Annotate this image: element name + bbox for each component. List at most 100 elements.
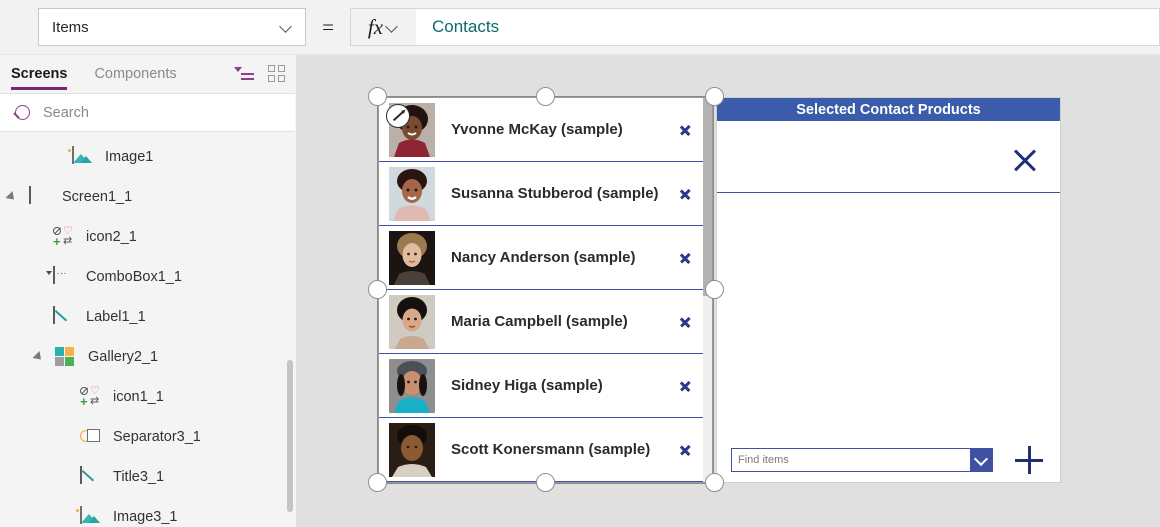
- sidebar-item-separator3-1[interactable]: Separator3_1: [0, 417, 296, 457]
- gallery-scrollbar-thumb[interactable]: [703, 98, 712, 296]
- gallery-control[interactable]: Yvonne McKay (sample) Susanna Stubberod …: [378, 97, 713, 483]
- sidebar-item-icon2-1[interactable]: ♡ + ⇄ icon2_1: [0, 217, 296, 257]
- sidebar-item-label: Separator3_1: [113, 429, 201, 445]
- thumbnail-view-icon[interactable]: [268, 65, 286, 83]
- resize-handle-bottom-left[interactable]: [368, 473, 387, 492]
- add-remove-icon: ♡ + ⇄: [80, 385, 100, 409]
- tab-screens-label: Screens: [11, 66, 68, 82]
- contact-name: Sidney Higa (sample): [451, 377, 603, 394]
- resize-handle-middle-right[interactable]: [705, 280, 724, 299]
- sidebar-item-title3-1[interactable]: Title3_1: [0, 457, 296, 497]
- image-icon: [76, 506, 102, 527]
- chevron-right-icon[interactable]: [680, 441, 693, 459]
- resize-handle-top-right[interactable]: [705, 87, 724, 106]
- chevron-right-icon[interactable]: [680, 313, 693, 331]
- contact-name: Scott Konersmann (sample): [451, 441, 651, 458]
- expand-caret-icon[interactable]: [5, 190, 18, 204]
- gallery-row[interactable]: Maria Campbell (sample): [379, 290, 712, 354]
- tab-screens[interactable]: Screens: [11, 55, 68, 93]
- sidebar-item-label: Image1: [105, 149, 154, 165]
- contact-avatar: [389, 166, 435, 221]
- panel-title-bar: Selected Contact Products: [717, 98, 1060, 121]
- expand-caret-icon[interactable]: [32, 350, 45, 364]
- sidebar-view-toggles: [234, 55, 286, 93]
- equals-sign: =: [322, 14, 334, 39]
- formula-input[interactable]: Contacts: [416, 8, 1160, 46]
- contact-avatar: [389, 358, 435, 413]
- sidebar-tabs: Screens Components: [0, 55, 296, 93]
- label-icon: [53, 306, 75, 327]
- gallery-row[interactable]: Nancy Anderson (sample): [379, 226, 712, 290]
- close-icon[interactable]: [1011, 146, 1039, 174]
- plus-icon[interactable]: [1015, 446, 1043, 474]
- sidebar-item-label: Label1_1: [86, 309, 146, 325]
- label-icon: [80, 466, 102, 487]
- sidebar-scrollbar[interactable]: [287, 360, 293, 512]
- contact-name: Maria Campbell (sample): [451, 313, 628, 330]
- resize-handle-top-center[interactable]: [536, 87, 555, 106]
- separator-icon: [80, 427, 102, 447]
- resize-handle-top-left[interactable]: [368, 87, 387, 106]
- app-canvas: Yvonne McKay (sample) Susanna Stubberod …: [297, 55, 1160, 527]
- sidebar-item-screen1-1[interactable]: Screen1_1: [0, 177, 296, 217]
- screens-tree: Image1 Screen1_1 ♡ + ⇄ icon2_1 ··· Combo…: [0, 132, 296, 527]
- resize-handle-bottom-center[interactable]: [536, 473, 555, 492]
- property-dropdown[interactable]: Items: [38, 8, 306, 46]
- resize-handle-bottom-right[interactable]: [705, 473, 724, 492]
- chevron-down-icon[interactable]: [970, 449, 992, 471]
- formula-bar: Items = fx Contacts: [0, 0, 1160, 55]
- search-input[interactable]: Search: [0, 93, 295, 132]
- find-items-combobox[interactable]: Find items: [731, 448, 993, 472]
- chevron-down-icon: [387, 21, 399, 33]
- search-placeholder: Search: [43, 104, 89, 121]
- gallery-row[interactable]: Yvonne McKay (sample): [379, 98, 712, 162]
- gallery-row[interactable]: Susanna Stubberod (sample): [379, 162, 712, 226]
- formula-text: Contacts: [432, 17, 500, 36]
- contact-avatar: [389, 230, 435, 285]
- find-items-placeholder: Find items: [738, 454, 789, 466]
- fx-icon: fx: [367, 14, 384, 39]
- panel-toolbar: [717, 121, 1060, 193]
- gallery-icon: [55, 347, 77, 367]
- panel-footer: Find items: [717, 446, 1060, 474]
- chevron-right-icon[interactable]: [680, 377, 693, 395]
- powerapps-studio: Items = fx Contacts Screens Components S…: [0, 0, 1160, 527]
- tab-components[interactable]: Components: [94, 55, 176, 93]
- contact-name: Nancy Anderson (sample): [451, 249, 636, 266]
- selected-contact-products-panel: Selected Contact Products Find items: [716, 97, 1061, 483]
- chevron-down-icon: [281, 21, 293, 33]
- sidebar-item-label: icon2_1: [86, 229, 137, 245]
- sidebar-item-gallery2-1[interactable]: Gallery2_1: [0, 337, 296, 377]
- sidebar-item-image1[interactable]: Image1: [0, 137, 296, 177]
- gallery-row[interactable]: Sidney Higa (sample): [379, 354, 712, 418]
- page-title: Selected Contact Products: [796, 101, 981, 118]
- chevron-right-icon[interactable]: [680, 121, 693, 139]
- resize-handle-middle-left[interactable]: [368, 280, 387, 299]
- tree-view-icon[interactable]: [234, 66, 254, 82]
- sidebar-item-image3-1[interactable]: Image3_1: [0, 497, 296, 527]
- sidebar-item-label1-1[interactable]: Label1_1: [0, 297, 296, 337]
- chevron-right-icon[interactable]: [680, 185, 693, 203]
- search-icon: [15, 105, 30, 120]
- contact-avatar: [389, 422, 435, 477]
- combobox-icon: ···: [46, 266, 75, 287]
- sidebar-item-label: Screen1_1: [62, 189, 133, 205]
- left-sidebar: Screens Components Search Image1 Screen1…: [0, 55, 297, 527]
- add-remove-icon: ♡ + ⇄: [53, 225, 73, 249]
- property-dropdown-value: Items: [52, 18, 89, 36]
- contact-name: Yvonne McKay (sample): [451, 121, 623, 138]
- sidebar-item-combobox1-1[interactable]: ··· ComboBox1_1: [0, 257, 296, 297]
- pencil-icon[interactable]: [386, 104, 410, 128]
- sidebar-item-label: Gallery2_1: [88, 349, 159, 365]
- image-icon: [68, 146, 94, 167]
- contact-avatar: [389, 294, 435, 349]
- sidebar-item-label: Image3_1: [113, 509, 178, 525]
- tab-components-label: Components: [94, 66, 177, 82]
- screen-icon: [29, 186, 51, 207]
- fx-button[interactable]: fx: [350, 8, 416, 46]
- chevron-right-icon[interactable]: [680, 249, 693, 267]
- contact-name: Susanna Stubberod (sample): [451, 185, 659, 202]
- sidebar-item-icon1-1[interactable]: ♡ + ⇄ icon1_1: [0, 377, 296, 417]
- sidebar-item-label: icon1_1: [113, 389, 164, 405]
- sidebar-item-label: Title3_1: [113, 469, 165, 485]
